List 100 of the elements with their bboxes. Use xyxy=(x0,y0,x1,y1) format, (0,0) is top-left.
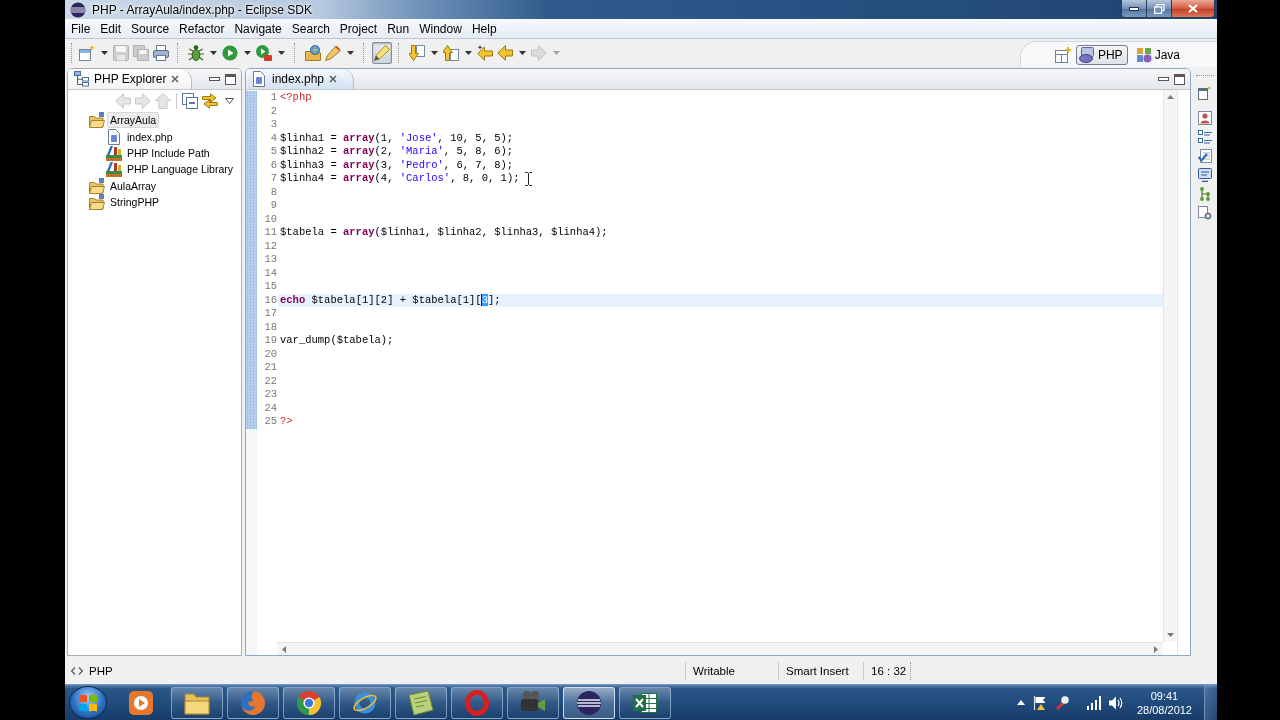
taskbar-button[interactable] xyxy=(171,686,223,719)
external-tools-button[interactable] xyxy=(254,42,274,64)
monitor-icon[interactable] xyxy=(1198,168,1212,182)
close-icon[interactable] xyxy=(171,75,180,83)
show-desktop-button[interactable] xyxy=(1204,685,1217,720)
maximize-icon[interactable] xyxy=(1174,73,1185,85)
new-window-icon xyxy=(79,45,95,61)
restore-view-icon[interactable] xyxy=(1198,86,1212,100)
chevrons-icon xyxy=(71,667,83,675)
arrow-right-icon xyxy=(135,92,151,109)
minimize-button[interactable] xyxy=(1121,0,1147,18)
maximize-icon[interactable] xyxy=(225,73,236,85)
disc-icon xyxy=(1078,46,1095,63)
line-number: 2 xyxy=(270,104,277,118)
taskbar-button[interactable] xyxy=(507,686,559,719)
caret-icon[interactable] xyxy=(347,51,354,55)
perspective-button[interactable]: PHP xyxy=(1075,44,1128,65)
toggle-button[interactable] xyxy=(372,42,392,64)
tree-item[interactable]: index.php xyxy=(124,128,176,145)
caret-icon[interactable] xyxy=(210,51,217,55)
magnifier-icon[interactable] xyxy=(1054,695,1069,710)
maximize-button[interactable] xyxy=(1147,0,1172,18)
ring-icon xyxy=(464,689,490,716)
code-line: <?php xyxy=(280,91,312,103)
debug-button[interactable] xyxy=(186,42,206,64)
tree-item[interactable]: PHP Include Path xyxy=(124,144,213,161)
caret-icon[interactable] xyxy=(278,51,285,55)
view-tab[interactable]: PHP Explorer xyxy=(68,69,193,89)
start-button[interactable] xyxy=(69,686,107,719)
speaker-icon[interactable] xyxy=(1108,695,1123,710)
menu-item[interactable]: Project xyxy=(334,20,383,37)
open-type-button[interactable] xyxy=(303,42,323,64)
menu-item[interactable]: Run xyxy=(382,20,415,37)
line-number: 13 xyxy=(264,253,277,267)
code-line: ?> xyxy=(280,415,293,427)
person-card-icon[interactable] xyxy=(1198,111,1212,125)
minimize-icon[interactable] xyxy=(209,77,220,81)
text-cursor-icon xyxy=(525,172,532,186)
caret-icon[interactable] xyxy=(244,51,251,55)
window-plus-icon[interactable] xyxy=(1054,46,1071,63)
project-folder-icon xyxy=(89,112,105,129)
menu-item[interactable]: Refactor xyxy=(174,20,230,37)
list-icon[interactable] xyxy=(1198,130,1212,144)
previous-annotation-button[interactable] xyxy=(441,42,461,64)
branch-icon[interactable] xyxy=(1198,187,1212,201)
menu-item[interactable]: Search xyxy=(286,20,335,37)
gear-doc-icon[interactable] xyxy=(1198,206,1212,220)
menu-item[interactable]: Navigate xyxy=(229,20,287,37)
arrow-up-icon xyxy=(155,92,171,109)
taskbar-button[interactable] xyxy=(395,686,447,719)
down-arrow-icon[interactable] xyxy=(1167,633,1174,637)
caret-icon[interactable] xyxy=(465,51,472,55)
close-button[interactable] xyxy=(1172,0,1215,18)
hierarchy-icon xyxy=(74,71,89,87)
caret-icon[interactable] xyxy=(519,51,526,55)
tree-item[interactable]: StringPHP xyxy=(107,194,163,211)
line-number: 14 xyxy=(264,266,277,280)
horizontal-scrollbar[interactable] xyxy=(277,642,1163,655)
minimize-icon[interactable] xyxy=(1158,77,1169,81)
close-icon[interactable] xyxy=(329,75,338,83)
left-arrow-icon[interactable] xyxy=(282,645,286,653)
editor-tab[interactable]: index.php xyxy=(248,69,355,89)
menu-item[interactable]: File xyxy=(66,20,96,37)
taskbar-button[interactable] xyxy=(563,686,615,719)
right-arrow-icon[interactable] xyxy=(1154,645,1158,653)
flag-icon[interactable] xyxy=(1032,695,1047,710)
code-line: $linha3 = array(3, 'Pedro', 6, 7, 8); xyxy=(280,158,514,171)
up-arrow-icon[interactable] xyxy=(1167,95,1174,99)
taskbar-button[interactable] xyxy=(283,686,335,719)
vertical-scrollbar[interactable] xyxy=(1163,90,1177,642)
perspective-button[interactable]: Java xyxy=(1132,44,1185,65)
menu-item[interactable]: Help xyxy=(466,20,502,37)
bug-icon xyxy=(188,45,204,61)
project-folder-icon xyxy=(89,194,105,211)
taskbar-button[interactable] xyxy=(339,686,391,719)
print-button[interactable] xyxy=(151,42,171,64)
line-number: 11 xyxy=(264,226,277,240)
pencil-icon xyxy=(325,45,341,61)
up-caret-icon[interactable] xyxy=(1016,700,1025,705)
document-icon xyxy=(106,128,122,145)
play-tile-icon xyxy=(128,689,154,716)
arrow-left-icon xyxy=(497,45,513,61)
tree-item[interactable]: AulaArray xyxy=(107,177,160,194)
menu-item[interactable]: Edit xyxy=(95,20,127,37)
caret-icon[interactable] xyxy=(431,51,438,55)
folder-globe-icon xyxy=(305,45,321,61)
menu-item[interactable]: Source xyxy=(126,20,175,37)
pane-logo-icon xyxy=(79,693,97,712)
segmented-circle-icon xyxy=(296,689,322,716)
status-field: 16 : 32 xyxy=(871,665,907,677)
caret-icon[interactable] xyxy=(101,51,108,55)
signal-icon[interactable] xyxy=(1086,695,1101,710)
checklist-icon[interactable] xyxy=(1198,149,1212,163)
books-icon xyxy=(106,161,122,178)
tree-item[interactable]: ArrayAula xyxy=(107,112,160,129)
menu-item[interactable]: Window xyxy=(414,20,467,37)
tree-item[interactable]: PHP Language Library xyxy=(124,161,237,178)
next-annotation-button[interactable] xyxy=(407,42,427,64)
view-menu-icon[interactable] xyxy=(225,97,234,104)
taskbar-button[interactable] xyxy=(619,686,671,719)
